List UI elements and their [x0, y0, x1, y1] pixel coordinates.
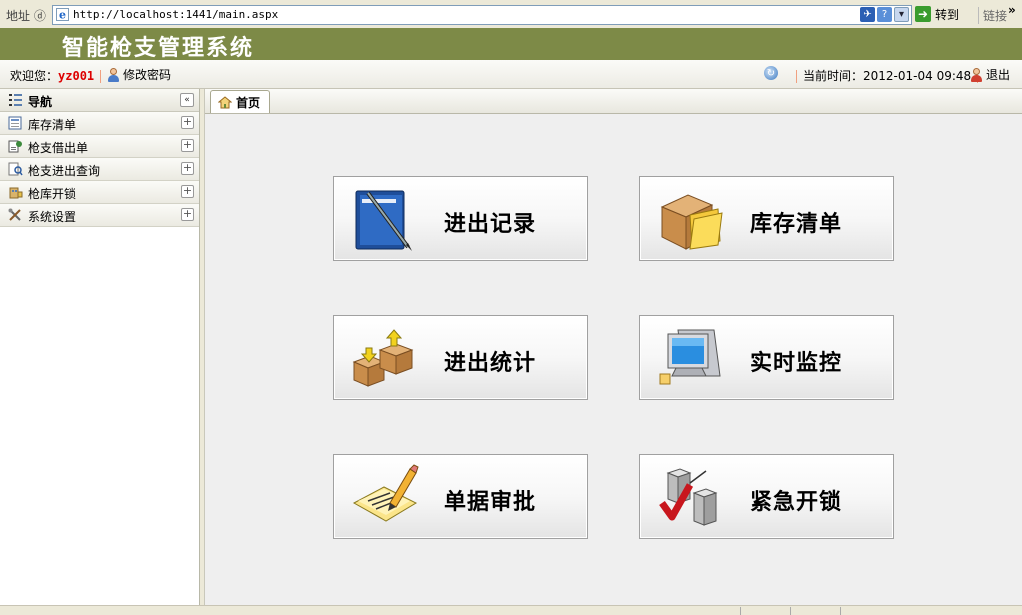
- help-icon[interactable]: ?: [877, 7, 892, 22]
- app-title: 智能枪支管理系统: [62, 36, 255, 61]
- nav-header: 导航 «: [0, 89, 199, 112]
- tile-realtime-monitor[interactable]: 实时监控: [639, 315, 894, 400]
- tile-inout-stats[interactable]: 进出统计: [333, 315, 588, 400]
- logout-user-icon: [970, 67, 983, 82]
- tile-inout-records[interactable]: 进出记录: [333, 176, 588, 261]
- tab-home[interactable]: 首页: [210, 90, 270, 113]
- app-header: 智能枪支管理系统: [0, 28, 1022, 61]
- expand-icon[interactable]: +: [181, 116, 194, 129]
- collapse-sidebar-button[interactable]: «: [180, 93, 194, 107]
- sidebar-item-label: 库存清单: [28, 118, 77, 132]
- expand-icon[interactable]: +: [181, 185, 194, 198]
- go-button[interactable]: ➜ 转到: [915, 5, 959, 23]
- list-icon: [9, 94, 22, 106]
- more-chevron[interactable]: »: [1008, 3, 1016, 17]
- sidebar: 导航 « 库存清单 + 枪支借出单 + 枪支进出查询 + 枪库开锁 + 系统设置…: [0, 89, 200, 605]
- tile-label: 紧急开锁: [750, 490, 843, 515]
- svg-text:e: e: [59, 9, 66, 22]
- tile-label: 实时监控: [750, 351, 843, 376]
- time-value: 2012-01-04 09:48: [863, 69, 972, 83]
- loan-form-icon: [8, 140, 22, 153]
- user-bar: 欢迎您：yz001 修改密码 ↻ 当前时间：2012-01-04 09:48 退…: [0, 60, 1022, 89]
- sidebar-item-unlock[interactable]: 枪库开锁 +: [0, 181, 199, 204]
- go-label: 转到: [935, 7, 960, 22]
- document-pencil-icon: [352, 464, 419, 522]
- expand-icon[interactable]: +: [181, 208, 194, 221]
- url-text: http://localhost:1441/main.aspx: [73, 8, 279, 21]
- user-icon: [107, 67, 120, 82]
- servers-checkmark-icon: [659, 468, 718, 526]
- welcome-text: 欢迎您：yz001: [10, 67, 107, 84]
- welcome-label: 欢迎您：: [10, 69, 59, 83]
- tab-label: 首页: [236, 95, 261, 110]
- sidebar-item-label: 枪支借出单: [28, 141, 89, 155]
- browser-address-bar: 地址 ⓓ e http://localhost:1441/main.aspx ✈…: [0, 0, 1022, 29]
- expand-icon[interactable]: +: [181, 139, 194, 152]
- computer-monitor-icon: [659, 329, 721, 385]
- tile-label: 进出统计: [444, 351, 537, 376]
- sidebar-item-gun-loan[interactable]: 枪支借出单 +: [0, 135, 199, 158]
- tools-icon: [8, 208, 21, 221]
- inventory-list-icon: [8, 116, 22, 130]
- nav-title: 导航: [28, 95, 53, 109]
- home-icon: [218, 95, 232, 108]
- search-records-icon: [8, 162, 23, 176]
- tab-bar: 首页: [205, 89, 1022, 114]
- sidebar-item-settings[interactable]: 系统设置 +: [0, 204, 199, 227]
- tile-document-approval[interactable]: 单据审批: [333, 454, 588, 539]
- sidebar-item-gun-query[interactable]: 枪支进出查询 +: [0, 158, 199, 181]
- address-label: 地址 ⓓ: [6, 9, 46, 23]
- dashboard-panel: 进出记录 库存清单 进出统计 实时监控 单据审批 紧急开锁: [205, 114, 1022, 605]
- logout-link[interactable]: 退出: [970, 66, 1010, 83]
- sidebar-item-inventory[interactable]: 库存清单 +: [0, 112, 199, 135]
- tile-label: 库存清单: [750, 212, 843, 237]
- change-password-label: 修改密码: [123, 68, 172, 82]
- tile-emergency-unlock[interactable]: 紧急开锁: [639, 454, 894, 539]
- chevron-down-icon[interactable]: ▾: [894, 7, 909, 22]
- expand-icon[interactable]: +: [181, 162, 194, 175]
- building-lock-icon: [9, 187, 23, 199]
- sidebar-item-label: 枪支进出查询: [28, 164, 101, 178]
- current-time: 当前时间：2012-01-04 09:48: [796, 67, 984, 84]
- go-arrow-icon: ➜: [915, 6, 931, 22]
- notebook-pen-icon: [355, 190, 412, 251]
- main-content: 首页 进出记录 库存清单 进出统计 实时监控 单据审批 紧急开锁: [204, 89, 1022, 605]
- tile-label: 单据审批: [444, 490, 537, 515]
- divider: [100, 70, 102, 83]
- change-password-link[interactable]: 修改密码: [107, 66, 171, 83]
- sidebar-item-label: 系统设置: [28, 210, 77, 224]
- sidebar-item-label: 枪库开锁: [28, 187, 77, 201]
- address-input[interactable]: e http://localhost:1441/main.aspx ✈ ? ▾: [52, 5, 912, 25]
- ie-page-icon: e: [56, 8, 69, 21]
- links-button[interactable]: 链接: [978, 7, 1007, 24]
- tile-inventory[interactable]: 库存清单: [639, 176, 894, 261]
- divider: [796, 70, 797, 83]
- boxes-arrows-icon: [352, 329, 414, 387]
- tile-label: 进出记录: [444, 212, 537, 237]
- refresh-icon[interactable]: ↻: [764, 66, 778, 80]
- box-folder-icon: [660, 194, 723, 250]
- username: yz001: [58, 69, 95, 83]
- time-label: 当前时间：: [803, 69, 864, 83]
- bird-icon[interactable]: ✈: [860, 7, 875, 22]
- logout-label: 退出: [986, 68, 1011, 82]
